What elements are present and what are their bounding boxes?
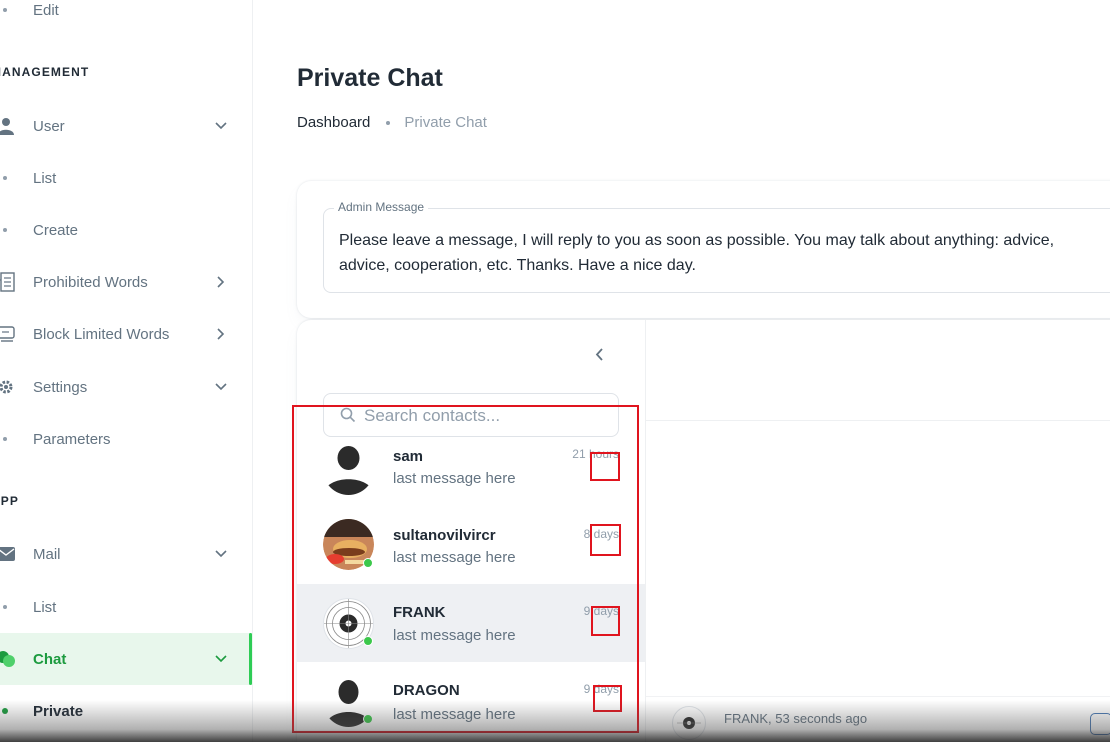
chevron-down-icon bbox=[214, 652, 228, 666]
sidebar-item-label: Parameters bbox=[33, 430, 111, 448]
sidebar-item-label: Settings bbox=[33, 378, 88, 396]
sidebar-item-label: Private bbox=[33, 702, 84, 720]
contact-last-message: last message here bbox=[393, 706, 516, 723]
conversation-footer bbox=[646, 696, 1110, 742]
breadcrumb-dashboard[interactable]: Dashboard bbox=[297, 114, 370, 131]
gear-icon bbox=[0, 377, 16, 397]
sidebar-item-user[interactable]: User bbox=[0, 100, 253, 152]
contact-time: 9 days bbox=[583, 682, 619, 696]
sidebar-item-prohibited-words[interactable]: Prohibited Words bbox=[0, 256, 253, 308]
sidebar-item-label: Edit bbox=[33, 1, 59, 19]
collapse-contacts-button[interactable] bbox=[588, 343, 610, 367]
page-title: Private Chat bbox=[297, 64, 443, 92]
app-badge-icon bbox=[1090, 713, 1110, 735]
prohibited-words-icon bbox=[0, 272, 16, 292]
contact-name: sam bbox=[393, 448, 424, 465]
online-status-dot bbox=[363, 558, 373, 568]
sidebar-item-private[interactable]: Private bbox=[0, 685, 253, 737]
user-icon bbox=[0, 116, 16, 136]
contact-name: FRANK bbox=[393, 604, 446, 621]
mail-icon bbox=[0, 544, 16, 564]
breadcrumb-current: Private Chat bbox=[404, 114, 487, 131]
chevron-down-icon bbox=[214, 547, 228, 561]
chevron-down-icon bbox=[214, 380, 228, 394]
conversation-last-seen: FRANK, 53 seconds ago bbox=[724, 711, 868, 726]
bullet-dot bbox=[3, 8, 7, 12]
contact-last-message: last message here bbox=[393, 627, 516, 644]
online-status-dot bbox=[363, 714, 373, 724]
sidebar-item-mail[interactable]: Mail bbox=[0, 528, 253, 580]
contact-item-sultanovilvircr[interactable]: sultanovilvircr last message here 8 days bbox=[297, 506, 645, 584]
online-status-dot bbox=[363, 636, 373, 646]
sidebar-item-label: List bbox=[33, 169, 57, 187]
bullet-dot bbox=[3, 176, 7, 180]
admin-message-text: Please leave a message, I will reply to … bbox=[339, 232, 1055, 274]
sidebar-item-label: Block Limited Words bbox=[33, 325, 170, 343]
sidebar-item-label: User bbox=[33, 117, 65, 135]
bullet-dot bbox=[3, 228, 7, 232]
contact-time: 8 days bbox=[583, 527, 619, 541]
search-input[interactable] bbox=[364, 402, 614, 430]
bullet-dot bbox=[3, 437, 7, 441]
sidebar-item-label: Mail bbox=[33, 545, 61, 563]
section-heading-management: MANAGEMENT bbox=[0, 65, 90, 79]
chat-icon bbox=[0, 649, 16, 669]
breadcrumb: Dashboard Private Chat bbox=[297, 114, 487, 131]
sidebar-item-label: List bbox=[33, 598, 57, 616]
conversation-avatar bbox=[672, 706, 706, 740]
sidebar-item-label: Chat bbox=[33, 650, 67, 668]
active-bullet-dot bbox=[2, 708, 8, 714]
contact-time: 21 hours bbox=[572, 447, 619, 461]
sidebar-item-label: Create bbox=[33, 221, 79, 239]
chevron-left-icon bbox=[595, 345, 603, 366]
breadcrumb-separator bbox=[386, 120, 391, 125]
contact-name: DRAGON bbox=[393, 682, 460, 699]
contact-last-message: last message here bbox=[393, 549, 516, 566]
contact-item-dragon[interactable]: DRAGON last message here 9 days bbox=[297, 662, 645, 742]
sidebar-item-chat[interactable]: Chat bbox=[0, 633, 253, 685]
sidebar-item-label: Prohibited Words bbox=[33, 273, 148, 291]
contact-item-sam[interactable]: sam last message here 21 hours bbox=[297, 438, 645, 506]
conversation-header-divider bbox=[646, 420, 1110, 421]
avatar bbox=[323, 444, 374, 495]
sidebar-item-mail-list[interactable]: List bbox=[0, 581, 253, 633]
chevron-right-icon bbox=[214, 275, 228, 289]
admin-message-legend: Admin Message bbox=[334, 200, 429, 214]
contact-name: sultanovilvircr bbox=[393, 527, 496, 544]
section-heading-app: APP bbox=[0, 494, 19, 508]
contact-item-frank[interactable]: FRANK last message here 9 days bbox=[297, 584, 645, 662]
bullet-dot bbox=[3, 605, 7, 609]
contacts-divider bbox=[645, 320, 646, 742]
chevron-down-icon bbox=[214, 119, 228, 133]
sidebar-item-list[interactable]: List bbox=[0, 152, 253, 204]
sidebar-item-block-limited-words[interactable]: Block Limited Words bbox=[0, 308, 253, 360]
chevron-right-icon bbox=[214, 327, 228, 341]
sidebar-item-edit[interactable]: Edit bbox=[0, 0, 253, 36]
sidebar-item-parameters[interactable]: Parameters bbox=[0, 413, 253, 465]
search-contacts-field[interactable] bbox=[323, 393, 619, 437]
sidebar: Edit MANAGEMENT User List Create Prohibi… bbox=[0, 0, 253, 742]
sidebar-item-settings[interactable]: Settings bbox=[0, 361, 253, 413]
block-limited-words-icon bbox=[0, 324, 16, 344]
sidebar-item-create[interactable]: Create bbox=[0, 204, 253, 256]
search-icon bbox=[340, 407, 356, 423]
contact-time: 9 days bbox=[583, 604, 619, 618]
contact-last-message: last message here bbox=[393, 470, 516, 487]
